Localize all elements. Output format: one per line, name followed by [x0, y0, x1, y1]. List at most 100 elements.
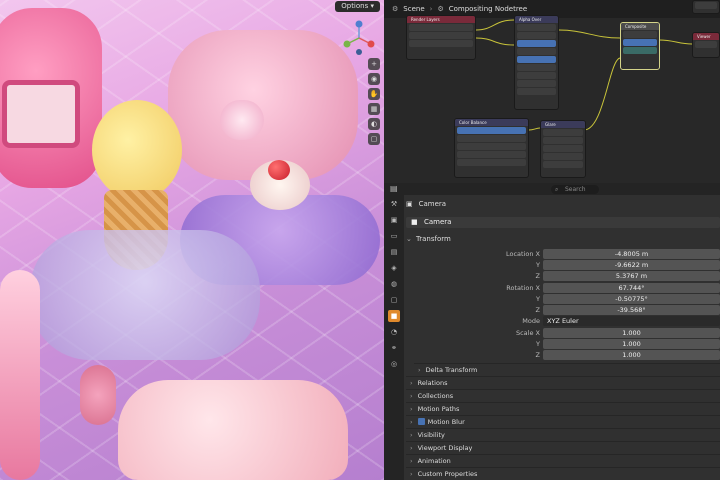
location-z-field[interactable]: 5.3767 m	[543, 271, 720, 281]
panel-animation[interactable]: › Animation	[406, 454, 720, 467]
options-button[interactable]: Options ▾	[335, 1, 380, 12]
scene-tab-icon[interactable]: ◈	[388, 262, 400, 274]
node-field[interactable]	[695, 41, 717, 48]
physics-tab-icon[interactable]: ◔	[388, 326, 400, 338]
rotation-y-field[interactable]: -0.50775°	[543, 294, 720, 304]
panel-viewport-display[interactable]: › Viewport Display	[406, 441, 720, 454]
location-z-row: Z 5.3767 m	[406, 271, 720, 282]
node-field[interactable]	[517, 48, 556, 55]
viewport-navigation-bar: + ◉ ✋ ▦ ◐ ▢	[368, 58, 380, 148]
node-field[interactable]	[409, 24, 473, 31]
constraints-tab-icon[interactable]: ⚭	[388, 342, 400, 354]
chevron-right-icon: ›	[410, 457, 413, 465]
cherry-shape	[268, 160, 290, 180]
node-field[interactable]	[543, 145, 583, 152]
transform-panel-header[interactable]: ⌄ Transform	[406, 232, 720, 246]
context-breadcrumb: ▣ Camera	[406, 200, 447, 208]
world-tab-icon[interactable]: ◍	[388, 278, 400, 290]
panel-motion-paths[interactable]: › Motion Paths	[406, 402, 720, 415]
panel-motion-blur[interactable]: › Motion Blur	[406, 415, 720, 428]
object-name-field[interactable]: ■ Camera	[406, 217, 720, 228]
node-field[interactable]	[543, 153, 583, 160]
node-field[interactable]	[457, 143, 526, 150]
node-title: Color Balance	[455, 119, 528, 126]
render-tab-icon[interactable]: ▣	[388, 214, 400, 226]
node-viewer[interactable]: Viewer	[692, 32, 720, 58]
camera-view-icon[interactable]: ◐	[368, 118, 380, 130]
node-viewer-top[interactable]	[692, 0, 720, 14]
rotation-mode-dropdown[interactable]: XYZ Euler	[543, 316, 720, 326]
node-field[interactable]	[517, 72, 556, 79]
node-composite[interactable]: Composite	[620, 22, 660, 70]
node-title: Composite	[621, 23, 659, 30]
node-field[interactable]	[695, 2, 717, 9]
chevron-right-icon: ›	[418, 366, 421, 374]
navigation-gizmo[interactable]	[341, 20, 377, 56]
node-color-balance[interactable]: Color Balance	[454, 118, 529, 178]
view-layer-tab-icon[interactable]: ▤	[388, 246, 400, 258]
location-y-row: Y -9.6622 m	[406, 260, 720, 271]
node-glare[interactable]: Glare	[540, 120, 586, 178]
node-field[interactable]	[457, 135, 526, 142]
output-tab-icon[interactable]: ▭	[388, 230, 400, 242]
pan-icon[interactable]: ✋	[368, 88, 380, 100]
node-field[interactable]	[517, 32, 556, 39]
tool-tab-icon[interactable]: ⚒	[388, 198, 400, 210]
node-field[interactable]	[543, 161, 583, 168]
collection-tab-icon[interactable]: ▢	[388, 294, 400, 306]
node-field[interactable]	[409, 40, 473, 47]
grid-view-icon[interactable]: ▦	[368, 103, 380, 115]
editor-type-icon[interactable]: ▤	[390, 184, 398, 193]
object-tab-icon[interactable]: ■	[388, 310, 400, 322]
icecream-scoop-shape	[92, 100, 182, 200]
node-title: Render Layers	[407, 16, 475, 23]
location-x-field[interactable]: -4.8005 m	[543, 249, 720, 259]
node-field[interactable]	[517, 88, 556, 95]
node-editor[interactable]: ⚙ Scene › ⚙ Compositing Nodetree Render …	[384, 0, 720, 183]
object-icon: ■	[411, 218, 418, 226]
location-y-field[interactable]: -9.6622 m	[543, 260, 720, 270]
chevron-down-icon: ⌄	[406, 235, 412, 243]
rotation-z-row: Z -39.568°	[406, 305, 720, 316]
panel-visibility[interactable]: › Visibility	[406, 428, 720, 441]
node-title: Glare	[541, 121, 585, 128]
node-field[interactable]	[623, 39, 657, 46]
node-field[interactable]	[409, 32, 473, 39]
motion-blur-checkbox[interactable]	[417, 418, 425, 425]
node-field[interactable]	[623, 31, 657, 38]
node-field[interactable]	[457, 151, 526, 158]
node-alpha-over[interactable]: Alpha Over	[514, 15, 559, 110]
node-field[interactable]	[517, 56, 556, 63]
perspective-icon[interactable]: ▢	[368, 133, 380, 145]
node-field[interactable]	[517, 64, 556, 71]
panel-collections[interactable]: › Collections	[406, 389, 720, 402]
chevron-right-icon: ›	[410, 379, 413, 387]
node-render-layers[interactable]: Render Layers	[406, 15, 476, 60]
scale-y-field[interactable]: 1.000	[543, 339, 720, 349]
node-field[interactable]	[457, 127, 526, 134]
panel-custom-properties[interactable]: › Custom Properties	[406, 467, 720, 480]
node-field[interactable]	[517, 80, 556, 87]
scale-x-field[interactable]: 1.000	[543, 328, 720, 338]
node-field[interactable]	[623, 47, 657, 54]
rotation-z-field[interactable]: -39.568°	[543, 305, 720, 315]
chevron-right-icon: ›	[410, 431, 413, 439]
node-field[interactable]	[543, 129, 583, 136]
node-field[interactable]	[517, 24, 556, 31]
camera-data-tab-icon[interactable]: ◎	[388, 358, 400, 370]
search-input[interactable]: ⌕ Search	[551, 185, 599, 194]
zoom-icon[interactable]: +	[368, 58, 380, 70]
node-field[interactable]	[457, 159, 526, 166]
node-field[interactable]	[543, 137, 583, 144]
rotation-x-field[interactable]: 67.744°	[543, 283, 720, 293]
3d-viewport[interactable]: Options ▾ + ◉ ✋ ▦ ◐ ▢	[0, 0, 384, 480]
panel-relations[interactable]: › Relations	[406, 376, 720, 389]
node-field[interactable]	[517, 40, 556, 47]
orbit-icon[interactable]: ◉	[368, 73, 380, 85]
scale-z-field[interactable]: 1.000	[543, 350, 720, 360]
properties-editor[interactable]: ▤ ⌕ Search ⚒ ▣ ▭ ▤ ◈ ◍ ▢ ■ ◔ ⚭ ◎ ▣ Camer…	[384, 183, 720, 480]
shoe-shape	[118, 380, 348, 480]
properties-tab-bar: ⚒ ▣ ▭ ▤ ◈ ◍ ▢ ■ ◔ ⚭ ◎	[384, 195, 404, 480]
scale-x-row: Scale X 1.000	[406, 328, 720, 339]
delta-transform-subpanel[interactable]: › Delta Transform	[414, 363, 720, 376]
